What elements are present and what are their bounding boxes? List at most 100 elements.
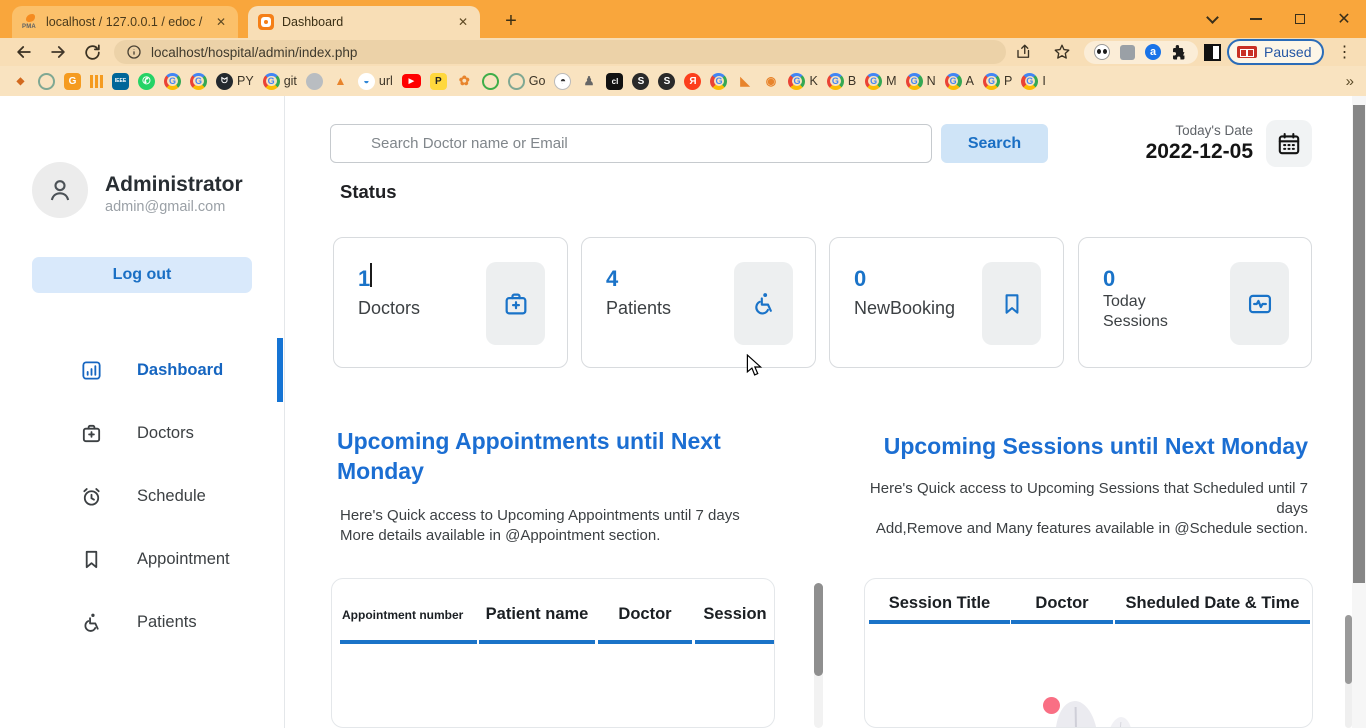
bookmark-item[interactable]: ✿ <box>456 73 473 90</box>
bookmark-item[interactable] <box>190 72 207 90</box>
sidebar-item-appointment[interactable]: Appointment <box>0 537 284 581</box>
back-arrow-icon <box>17 46 31 58</box>
sessions-section-description: Here's Quick access to Upcoming Sessions… <box>845 479 1308 539</box>
bookmark-label: Go <box>528 74 546 88</box>
newbooking-count: 0 <box>854 266 867 291</box>
patients-count: 4 <box>606 266 619 291</box>
address-bar[interactable]: localhost/hospital/admin/index.php <box>114 40 1006 64</box>
page-scrollbar[interactable] <box>1352 96 1366 728</box>
bookmark-item[interactable]: ᗢ PY <box>216 72 254 90</box>
new-tab-button[interactable]: + <box>496 7 526 37</box>
bookmark-item[interactable] <box>481 72 499 90</box>
bookmark-item[interactable] <box>305 72 323 90</box>
bookmark-icon <box>1005 293 1018 314</box>
bookmark-item[interactable]: Go <box>507 72 546 90</box>
browser-menu-button[interactable]: ⋮ <box>1330 42 1358 62</box>
scrollbar-thumb[interactable] <box>1353 105 1365 583</box>
bookmarks-overflow-chevron[interactable]: » <box>1346 73 1354 90</box>
restore-button[interactable] <box>1278 0 1322 38</box>
extensions-puzzle-icon[interactable] <box>1171 44 1188 61</box>
bookmark-item[interactable]: ♟ <box>580 73 597 90</box>
today-sessions-count: 0 <box>1103 266 1116 291</box>
bookmark-item[interactable]: ◆ <box>12 73 29 90</box>
share-icon <box>1017 44 1030 58</box>
youtube-icon: ▶ <box>401 74 421 88</box>
bookmark-item[interactable]: P <box>429 72 447 90</box>
minimize-button[interactable] <box>1234 0 1278 38</box>
bookmark-item[interactable] <box>90 74 103 88</box>
back-button[interactable] <box>8 39 40 65</box>
bookmark-item[interactable]: ◓ <box>554 72 572 90</box>
tab-search-chevron-icon[interactable] <box>1190 0 1234 38</box>
sidebar-item-patients[interactable]: Patients <box>0 600 284 644</box>
paused-extension-badge[interactable]: Paused <box>1227 39 1325 65</box>
column-header: Patient name <box>479 589 595 644</box>
bookmark-item[interactable]: ◉ <box>762 73 779 90</box>
reload-button[interactable] <box>76 39 108 65</box>
user-name: Administrator <box>105 173 243 196</box>
scrollbar-thumb[interactable] <box>1345 615 1352 684</box>
info-icon <box>127 45 141 59</box>
bookmark-item[interactable]: ◣ <box>736 73 753 90</box>
bookmark-item[interactable]: ▲ <box>332 73 349 90</box>
bookmark-item[interactable] <box>710 72 728 90</box>
sidebar-item-dashboard[interactable]: Dashboard <box>0 348 284 392</box>
bookmark-item[interactable]: cl <box>606 72 624 90</box>
bookmark-item[interactable]: git <box>262 72 297 90</box>
tab-close-icon[interactable]: ✕ <box>214 13 228 31</box>
calendar-button[interactable] <box>1266 120 1312 167</box>
gray-extension-icon[interactable] <box>1120 44 1135 60</box>
appointments-scrollbar[interactable] <box>814 583 823 728</box>
status-heading: Status <box>340 181 397 202</box>
forward-button[interactable] <box>42 39 74 65</box>
status-card-doctors: 1 Doctors <box>333 237 568 368</box>
matlab-icon: ◣ <box>740 74 750 88</box>
bookmark-item[interactable]: N <box>905 72 936 90</box>
bookmark-item[interactable]: ▶ <box>401 74 421 88</box>
bookmark-star-button[interactable] <box>1046 39 1078 65</box>
paused-label: Paused <box>1264 44 1312 60</box>
bookmark-item[interactable] <box>38 72 55 90</box>
google-icon <box>788 72 806 90</box>
panda-extension-icon[interactable] <box>1094 44 1110 60</box>
scrollbar-thumb[interactable] <box>814 583 823 676</box>
godaddy-icon <box>507 72 525 90</box>
bookmark-item[interactable]: A <box>944 72 974 90</box>
bookmark-item[interactable]: I <box>1021 72 1046 90</box>
column-header: Appointment number <box>340 589 477 644</box>
tab-phpmyadmin[interactable]: localhost / 127.0.0.1 / edoc / web ✕ <box>12 6 238 38</box>
search-input[interactable] <box>330 124 932 163</box>
tab-dashboard[interactable]: Dashboard ✕ <box>248 6 480 38</box>
reading-mode-icon[interactable] <box>1204 43 1221 61</box>
appointments-section-description: Here's Quick access to Upcoming Appointm… <box>340 506 740 546</box>
bookmark-item[interactable]: P <box>982 72 1012 90</box>
a-extension-icon[interactable]: a <box>1145 44 1161 60</box>
sidebar-item-schedule[interactable]: Schedule <box>0 474 284 518</box>
bookmark-item[interactable]: B <box>826 72 856 90</box>
share-button[interactable] <box>1008 39 1040 65</box>
bookmark-item[interactable]: M <box>865 72 897 90</box>
text-caret <box>370 263 372 287</box>
bookmark-item[interactable]: S <box>658 72 676 90</box>
card-label: Doctors <box>358 298 421 318</box>
bookmark-item[interactable]: ✆ <box>138 72 155 90</box>
tab-close-icon[interactable]: ✕ <box>456 13 470 31</box>
bookmark-item[interactable]: ◒ url <box>357 72 393 90</box>
bookmark-item[interactable]: G <box>64 72 81 90</box>
google-icon <box>1021 72 1039 90</box>
main-area: Search Today's Date 2022-12-05 Status 1 … <box>285 96 1366 728</box>
sessions-scrollbar[interactable] <box>1345 615 1352 728</box>
bookmark-item[interactable]: K <box>788 72 818 90</box>
bookmark-item[interactable]: S <box>632 72 650 90</box>
search-button[interactable]: Search <box>941 124 1048 163</box>
bookmarks-bar: ◆GIEEE✆ᗢPYgit▲◒url▶P✿Go◓♟clSSЯ◣◉KBMNAPI» <box>0 66 1366 96</box>
medical-bag-icon <box>505 293 526 314</box>
bookmark-item[interactable]: Я <box>684 72 702 90</box>
icon-tile <box>734 262 793 345</box>
bookmark-item[interactable] <box>164 72 181 90</box>
sidebar-item-doctors[interactable]: Doctors <box>0 411 284 455</box>
bookmark-item[interactable]: IEEE <box>112 72 129 90</box>
close-button[interactable]: ✕ <box>1322 0 1366 38</box>
robot-icon <box>305 72 323 90</box>
logout-button[interactable]: Log out <box>32 257 252 293</box>
